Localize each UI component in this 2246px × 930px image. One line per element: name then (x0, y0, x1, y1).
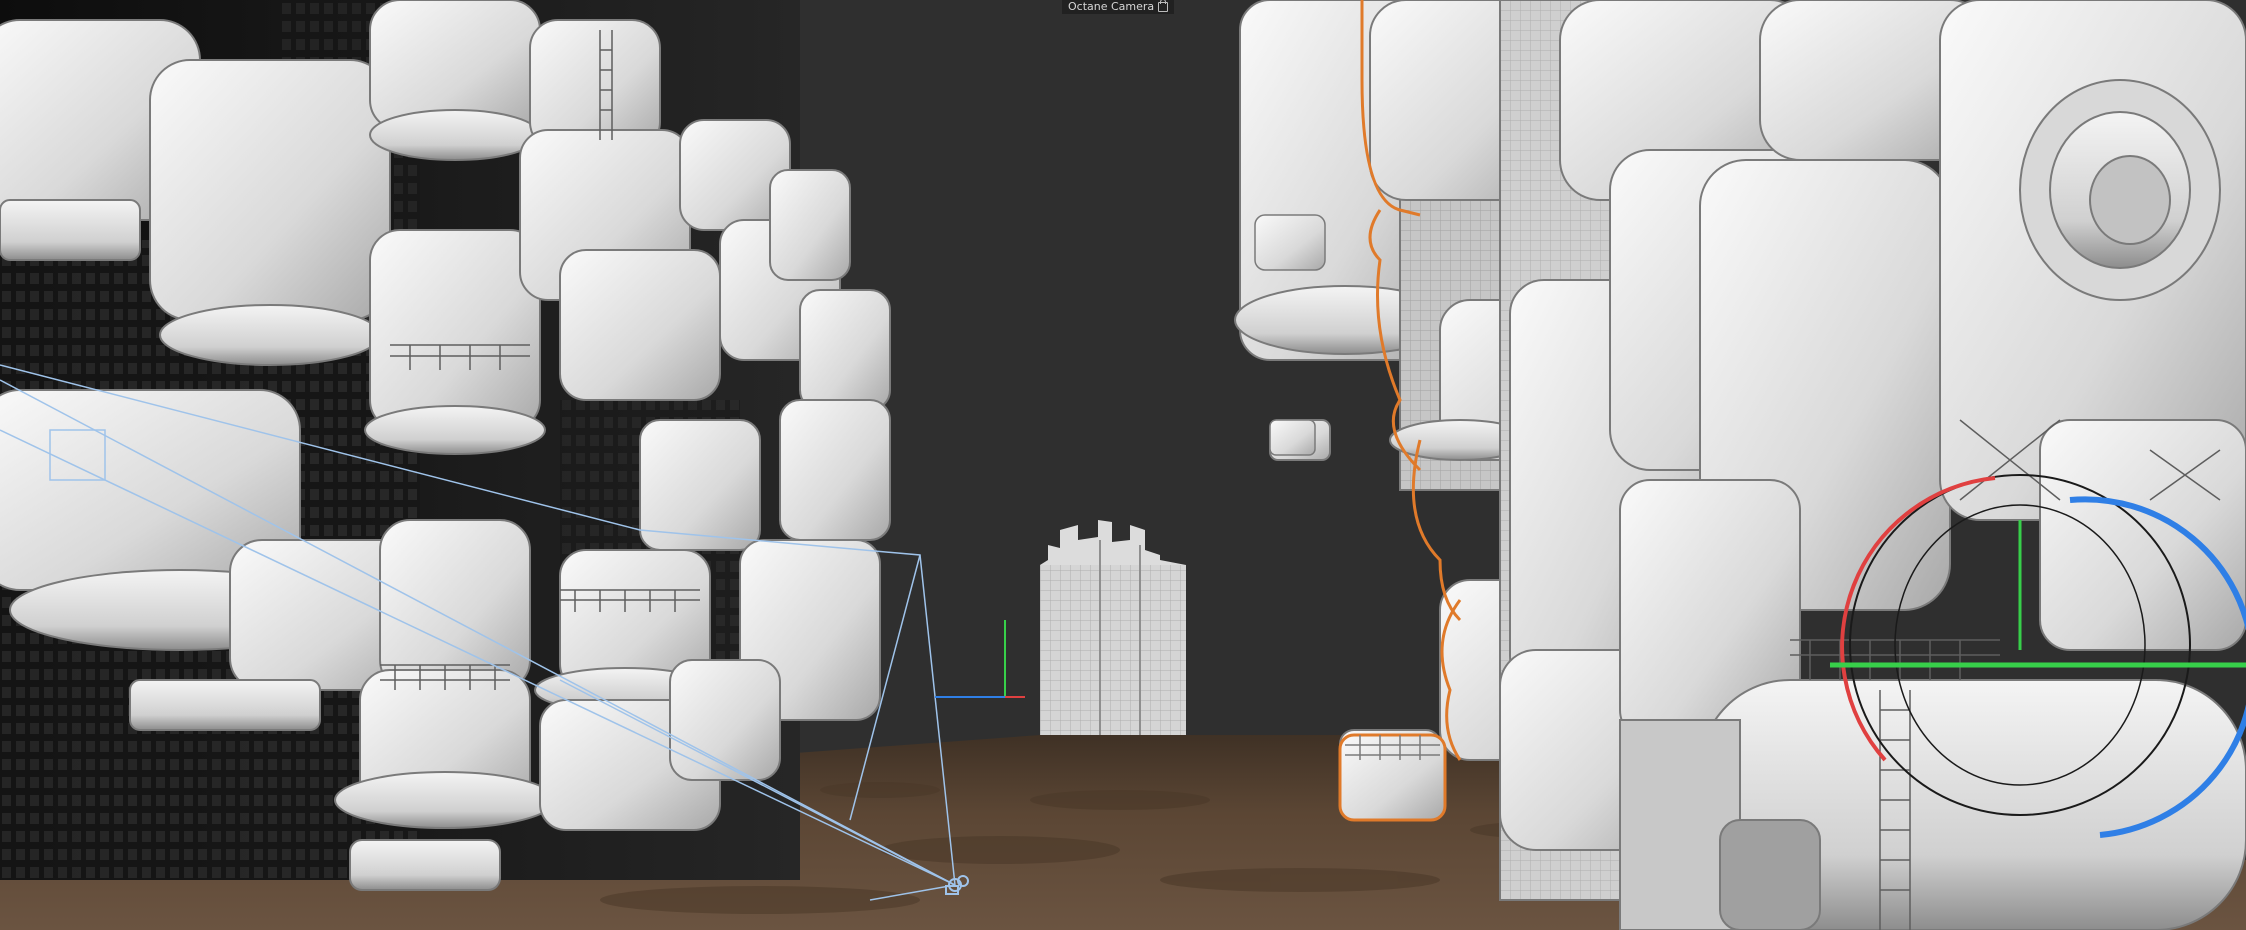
selected-barrel[interactable] (1338, 733, 1447, 822)
viewport-scene[interactable] (0, 0, 2246, 930)
3d-viewport[interactable]: Octane Camera (0, 0, 2246, 930)
camera-name: Octane Camera (1068, 0, 1155, 13)
camera-label[interactable]: Octane Camera (1062, 0, 1175, 14)
lock-icon[interactable] (1158, 0, 1169, 12)
